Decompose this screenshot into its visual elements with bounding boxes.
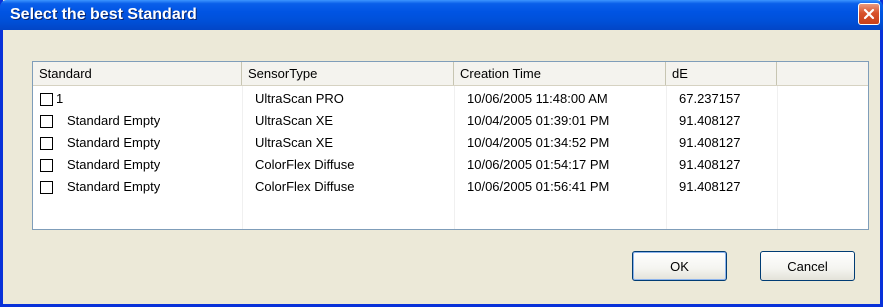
column-header-sensortype[interactable]: SensorType [242, 62, 454, 85]
cell-de: 91.408127 [679, 157, 741, 172]
list-header: Standard SensorType Creation Time dE [33, 62, 868, 86]
checkbox-icon[interactable] [40, 159, 53, 172]
cell-de: 91.408127 [679, 179, 741, 194]
table-row[interactable]: Standard Empty ColorFlex Diffuse 10/06/2… [33, 176, 868, 198]
column-header-de[interactable]: dE [666, 62, 777, 85]
cell-creation-time: 10/04/2005 01:34:52 PM [467, 135, 610, 150]
column-header-standard[interactable]: Standard [33, 62, 242, 85]
table-row[interactable]: 1 UltraScan PRO 10/06/2005 11:48:00 AM 6… [33, 88, 868, 110]
cell-de: 91.408127 [679, 113, 741, 128]
cell-standard: 1 [56, 91, 64, 106]
cell-de: 67.237157 [679, 91, 741, 106]
column-header-empty[interactable] [777, 62, 868, 85]
cell-creation-time: 10/06/2005 01:54:17 PM [467, 157, 610, 172]
checkbox-icon[interactable] [40, 181, 53, 194]
table-row[interactable]: Standard Empty UltraScan XE 10/04/2005 0… [33, 110, 868, 132]
cell-standard: Standard Empty [67, 135, 161, 150]
cell-creation-time: 10/04/2005 01:39:01 PM [467, 113, 610, 128]
checkbox-icon[interactable] [40, 115, 53, 128]
cell-standard: Standard Empty [67, 179, 161, 194]
cell-creation-time: 10/06/2005 01:56:41 PM [467, 179, 610, 194]
close-button[interactable] [858, 3, 880, 25]
table-row[interactable]: Standard Empty UltraScan XE 10/04/2005 0… [33, 132, 868, 154]
column-header-creation-time[interactable]: Creation Time [454, 62, 666, 85]
table-row[interactable]: Standard Empty ColorFlex Diffuse 10/06/2… [33, 154, 868, 176]
cell-sensortype: UltraScan PRO [255, 91, 344, 106]
cell-sensortype: UltraScan XE [255, 113, 334, 128]
title-bar[interactable]: Select the best Standard [0, 0, 883, 30]
window-title: Select the best Standard [10, 6, 197, 23]
cell-sensortype: UltraScan XE [255, 135, 334, 150]
checkbox-icon[interactable] [40, 93, 53, 106]
checkbox-icon[interactable] [40, 137, 53, 150]
cell-de: 91.408127 [679, 135, 741, 150]
cell-standard: Standard Empty [67, 157, 161, 172]
standards-list[interactable]: Standard SensorType Creation Time dE 1 U… [32, 61, 869, 230]
dialog-window: Select the best Standard Standard Sensor… [0, 0, 883, 307]
cell-sensortype: ColorFlex Diffuse [255, 179, 355, 194]
close-icon [863, 8, 875, 20]
cell-standard: Standard Empty [67, 113, 161, 128]
cell-creation-time: 10/06/2005 11:48:00 AM [467, 91, 608, 106]
cell-sensortype: ColorFlex Diffuse [255, 157, 355, 172]
cancel-button[interactable]: Cancel [760, 251, 855, 281]
ok-button[interactable]: OK [632, 251, 727, 281]
